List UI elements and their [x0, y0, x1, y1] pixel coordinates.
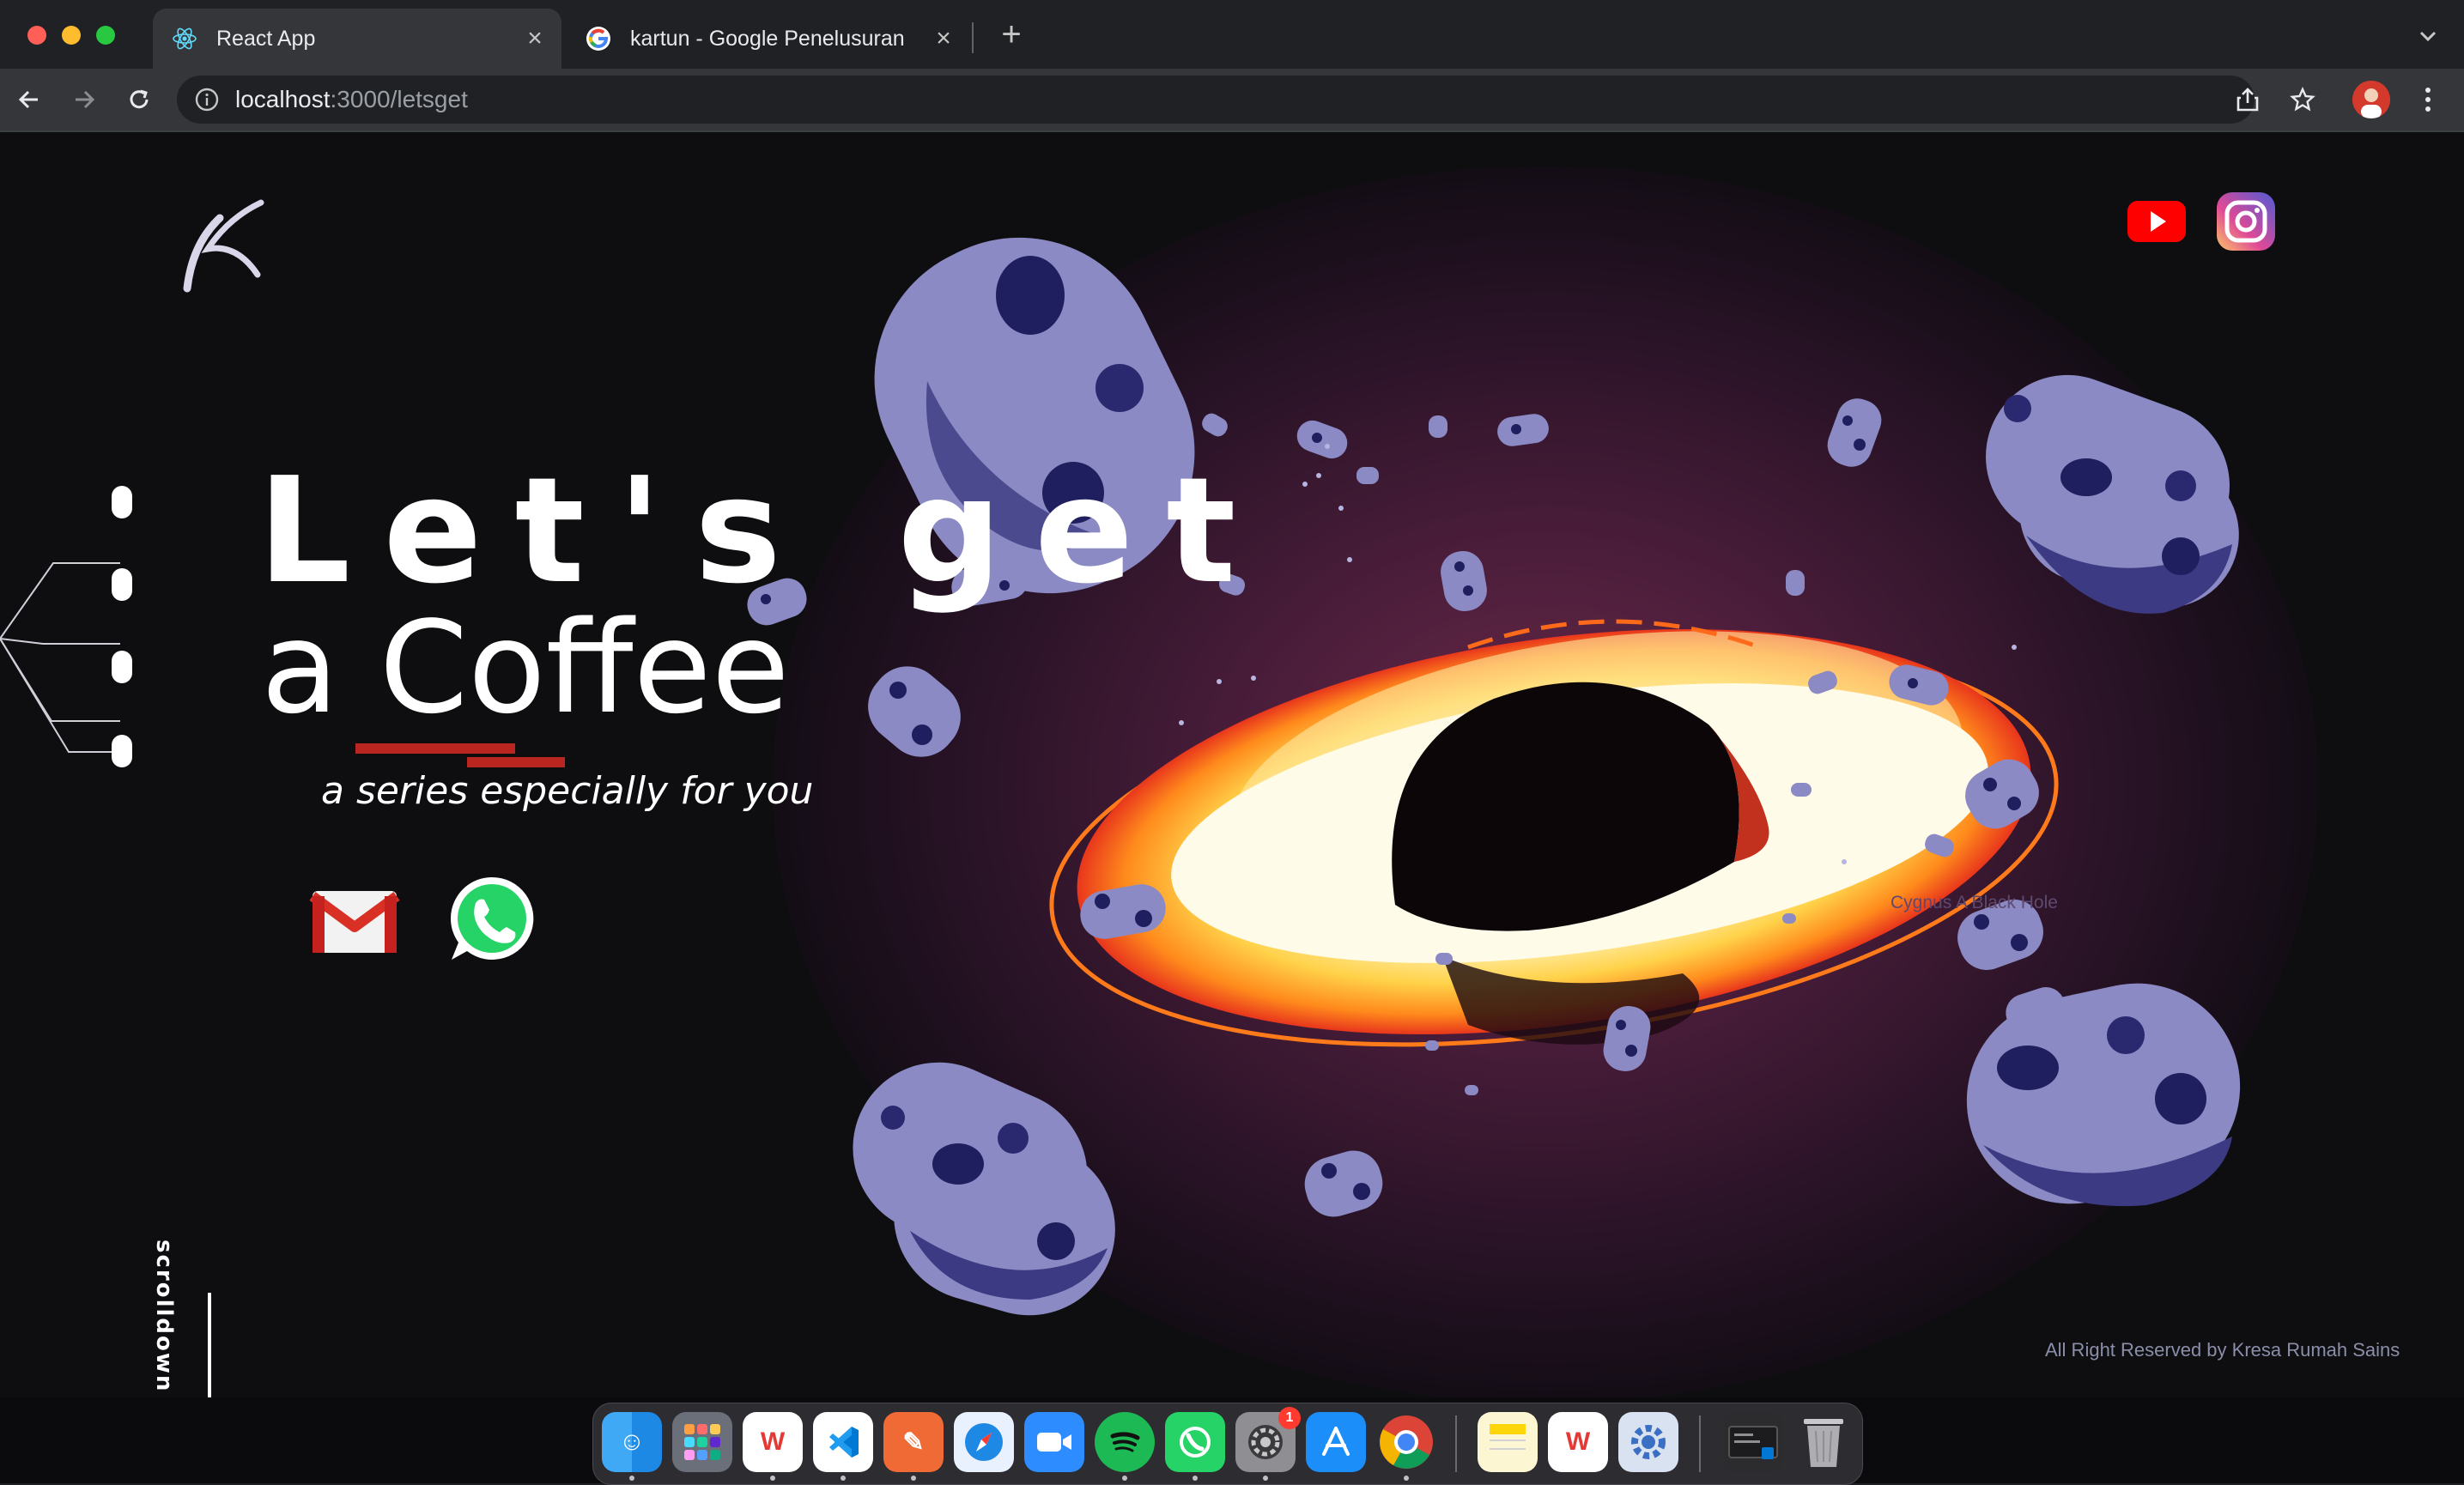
page-viewport: Let's get a Coffee a series especially f… [0, 132, 2464, 1397]
minimize-window-button[interactable] [62, 26, 81, 45]
wps-office-icon[interactable]: W [743, 1412, 803, 1472]
notification-badge: 1 [1278, 1407, 1301, 1429]
close-icon[interactable]: × [929, 24, 958, 53]
scrolldown-line [208, 1293, 211, 1397]
side-nav-dot-2[interactable] [112, 568, 132, 601]
info-icon[interactable] [194, 87, 220, 112]
trash-icon[interactable] [1793, 1412, 1854, 1472]
address-bar[interactable]: localhost:3000/letsget [177, 76, 2255, 124]
tab-title: kartun - Google Penelusuran [630, 26, 905, 51]
forward-button[interactable] [65, 81, 103, 118]
page-subtitle: a Coffee [261, 594, 790, 742]
tagline: a series especially for you [321, 769, 814, 813]
asteroid-large-4 [853, 1062, 1115, 1316]
whatsapp-icon[interactable] [445, 872, 539, 967]
url-path: :3000/letsget [330, 86, 468, 112]
macos-dock: ☺ W ✎ 1 W [592, 1403, 1863, 1485]
scrolldown-label: scrolldown [151, 1240, 177, 1393]
react-icon [172, 26, 197, 52]
reload-button[interactable] [120, 81, 158, 118]
launchpad-icon[interactable] [672, 1412, 732, 1472]
arrow-right-icon [76, 90, 95, 109]
black-hole-illustration [747, 237, 2241, 1316]
system-preferences-icon[interactable]: 1 [1235, 1407, 1301, 1472]
browser-toolbar: localhost:3000/letsget [0, 69, 2464, 130]
profile-avatar[interactable] [2352, 81, 2390, 118]
tab-react-app[interactable]: React App × [153, 9, 561, 69]
asteroid-medium-3 [1304, 1150, 1383, 1217]
back-button[interactable] [10, 81, 48, 118]
google-icon [586, 26, 611, 52]
finder-icon[interactable]: ☺ [602, 1412, 662, 1472]
asteroid-medium-7 [1441, 550, 1487, 612]
accent-underline-1 [355, 743, 515, 754]
asteroid-medium-1 [868, 666, 961, 757]
tab-divider [972, 22, 974, 53]
instagram-icon[interactable] [2213, 189, 2279, 254]
close-icon[interactable]: × [520, 24, 549, 53]
page-title: Let's get [258, 446, 1269, 616]
chevron-down-icon[interactable] [2412, 21, 2443, 52]
chrome-icon[interactable] [1376, 1412, 1436, 1472]
tab-google-search[interactable]: kartun - Google Penelusuran × [567, 9, 970, 69]
notes-icon[interactable] [1478, 1412, 1538, 1472]
safari-icon[interactable] [954, 1412, 1014, 1472]
pen-app-icon[interactable]: ✎ [883, 1412, 944, 1472]
zoom-icon[interactable] [1024, 1412, 1084, 1472]
asteroid-large-3 [1966, 983, 2241, 1207]
bookmark-star-icon[interactable] [2284, 81, 2321, 118]
asteroid-large-2 [1986, 374, 2239, 614]
side-nav-dot-4[interactable] [112, 735, 132, 767]
vscode-icon[interactable] [813, 1412, 873, 1472]
terminal-window-icon[interactable] [1723, 1412, 1783, 1472]
url-host: localhost [235, 86, 331, 112]
side-nav-dot-1[interactable] [112, 486, 132, 518]
new-tab-button[interactable]: + [994, 17, 1029, 52]
share-icon[interactable] [2229, 81, 2267, 118]
image-caption: Cygnus A Black Hole [1890, 893, 2058, 912]
more-menu-icon[interactable] [2409, 81, 2447, 118]
footer-copyright: All Right Reserved by Kresa Rumah Sains [2045, 1339, 2400, 1361]
brand-logo[interactable] [168, 192, 271, 295]
asteroid-medium-12 [1296, 420, 1348, 459]
asteroid-medium-5 [1827, 398, 1882, 467]
tab-title: React App [216, 26, 316, 51]
close-window-button[interactable] [27, 26, 46, 45]
youtube-icon[interactable] [2124, 189, 2189, 254]
tab-bar: React App × kartun - Google Penelusuran … [0, 0, 2464, 69]
maximize-window-button[interactable] [96, 26, 115, 45]
settings-icon[interactable] [1618, 1412, 1678, 1472]
gmail-icon[interactable] [307, 872, 402, 967]
spotify-icon[interactable] [1095, 1412, 1155, 1472]
asteroid-medium-13 [1497, 414, 1549, 446]
arrow-left-icon [18, 90, 38, 109]
whatsapp-dock-icon[interactable] [1165, 1412, 1225, 1472]
wps-office-icon[interactable]: W [1548, 1412, 1608, 1472]
accent-underline-2 [467, 757, 565, 767]
side-nav-dot-3[interactable] [112, 651, 132, 683]
app-store-icon[interactable] [1306, 1412, 1366, 1472]
reload-icon [130, 89, 149, 109]
